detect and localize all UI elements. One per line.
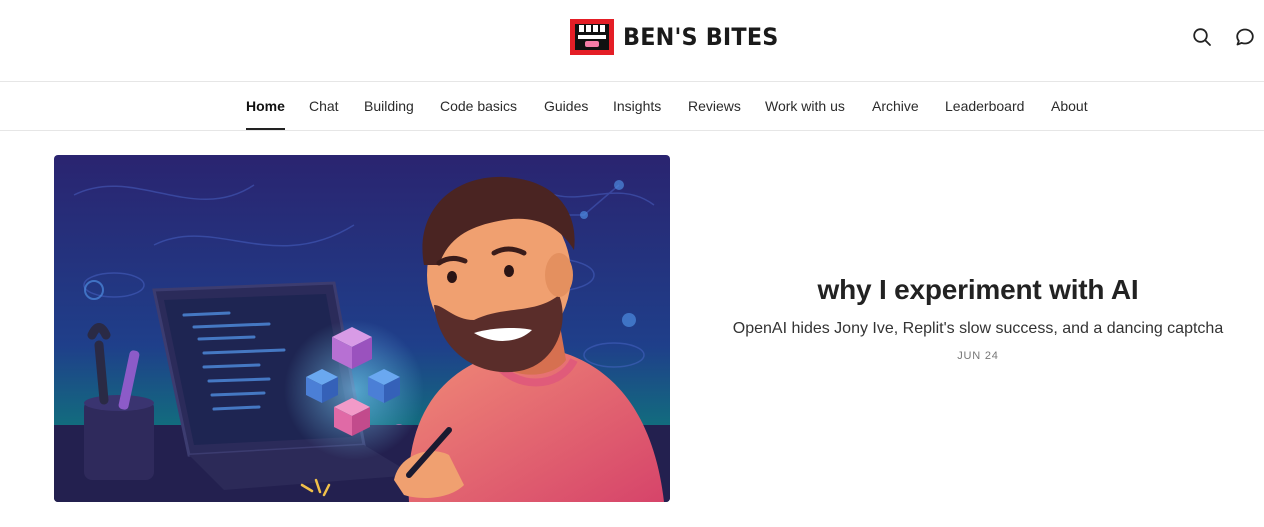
teeth-logo-icon xyxy=(570,19,614,55)
nav-item-work-with-us[interactable]: Work with us xyxy=(765,82,845,130)
illustration-man-with-laptop-icon xyxy=(54,155,670,502)
site-name: BEN'S BITES xyxy=(623,23,779,51)
post-title[interactable]: why I experiment with AI xyxy=(692,270,1264,310)
search-icon xyxy=(1193,28,1211,46)
main-nav: Home Chat Building Code basics Guides In… xyxy=(0,82,1264,131)
nav-item-building[interactable]: Building xyxy=(364,82,414,130)
search-button[interactable] xyxy=(1190,25,1214,49)
post-subtitle[interactable]: OpenAI hides Jony Ive, Replit's slow suc… xyxy=(692,318,1264,340)
post-date: JUN 24 xyxy=(957,350,999,362)
site-logo[interactable]: BEN'S BITES xyxy=(570,19,790,55)
site-header: BEN'S BITES xyxy=(0,0,1264,82)
chat-bubble-icon xyxy=(1236,28,1254,46)
chat-button[interactable] xyxy=(1233,25,1257,49)
nav-item-archive[interactable]: Archive xyxy=(872,82,919,130)
featured-post: why I experiment with AI OpenAI hides Jo… xyxy=(692,270,1264,363)
nav-item-about[interactable]: About xyxy=(1051,82,1088,130)
nav-item-code-basics[interactable]: Code basics xyxy=(440,82,517,130)
nav-item-guides[interactable]: Guides xyxy=(544,82,588,130)
nav-item-leaderboard[interactable]: Leaderboard xyxy=(945,82,1024,130)
nav-item-insights[interactable]: Insights xyxy=(613,82,661,130)
featured-post-image[interactable] xyxy=(54,155,670,502)
nav-list: Home Chat Building Code basics Guides In… xyxy=(0,82,1264,130)
nav-item-reviews[interactable]: Reviews xyxy=(688,82,741,130)
nav-item-chat[interactable]: Chat xyxy=(309,82,339,130)
nav-item-home[interactable]: Home xyxy=(246,82,285,130)
